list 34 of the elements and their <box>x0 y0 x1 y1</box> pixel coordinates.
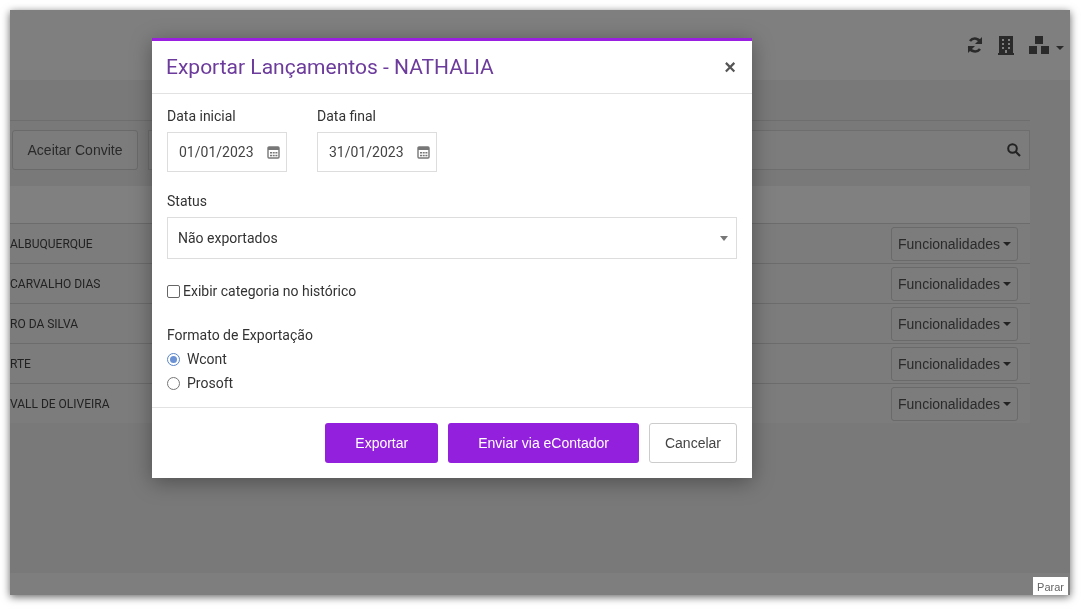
search-icon[interactable] <box>1007 143 1021 157</box>
features-dropdown-button[interactable]: Funcionalidades <box>891 386 1018 421</box>
stop-button[interactable]: Parar <box>1033 577 1068 595</box>
date-field[interactable]: 31/01/2023 <box>317 132 437 172</box>
radio-label: Wcont <box>187 351 227 367</box>
boxes-dropdown-icon[interactable] <box>1028 36 1064 54</box>
dialog-button[interactable]: Cancelar <box>648 423 737 463</box>
features-dropdown-button[interactable]: Funcionalidades <box>891 346 1018 381</box>
refresh-icon[interactable] <box>966 36 984 54</box>
checkbox-label: Exibir categoria no histórico <box>183 283 357 299</box>
field-label: Status <box>167 193 209 209</box>
features-dropdown-button[interactable]: Funcionalidades <box>891 226 1018 261</box>
date-field[interactable]: 01/01/2023 <box>167 132 287 172</box>
field-label: Formato de Exportação <box>167 327 314 343</box>
dialog-button[interactable]: Enviar via eContador <box>448 423 639 463</box>
checkbox[interactable] <box>167 284 180 298</box>
features-dropdown-button[interactable]: Funcionalidades <box>891 266 1018 301</box>
client-name: ALBUQUERQUE <box>10 236 93 251</box>
client-name: CARVALHO DIAS <box>10 276 101 291</box>
client-name: RO DA SILVA <box>10 316 79 331</box>
features-dropdown-button[interactable]: Funcionalidades <box>891 306 1018 341</box>
client-name: RTE <box>10 356 31 371</box>
calendar-icon[interactable] <box>417 145 430 159</box>
field-label: Data inicial <box>167 108 237 124</box>
field-label: Data final <box>317 108 377 124</box>
radio-label: Prosoft <box>187 375 234 391</box>
calendar-icon[interactable] <box>267 145 280 159</box>
building-icon[interactable] <box>998 35 1014 55</box>
dialog-button[interactable]: Exportar <box>325 423 439 463</box>
dialog-title: Exportar Lançamentos - NATHALIA <box>166 55 494 79</box>
close-button[interactable]: × <box>724 55 736 79</box>
client-name: VALL DE OLIVEIRA <box>10 396 110 411</box>
status-select[interactable]: Não exportados <box>167 217 737 259</box>
accept-invite-button[interactable]: Aceitar Convite <box>12 130 138 170</box>
